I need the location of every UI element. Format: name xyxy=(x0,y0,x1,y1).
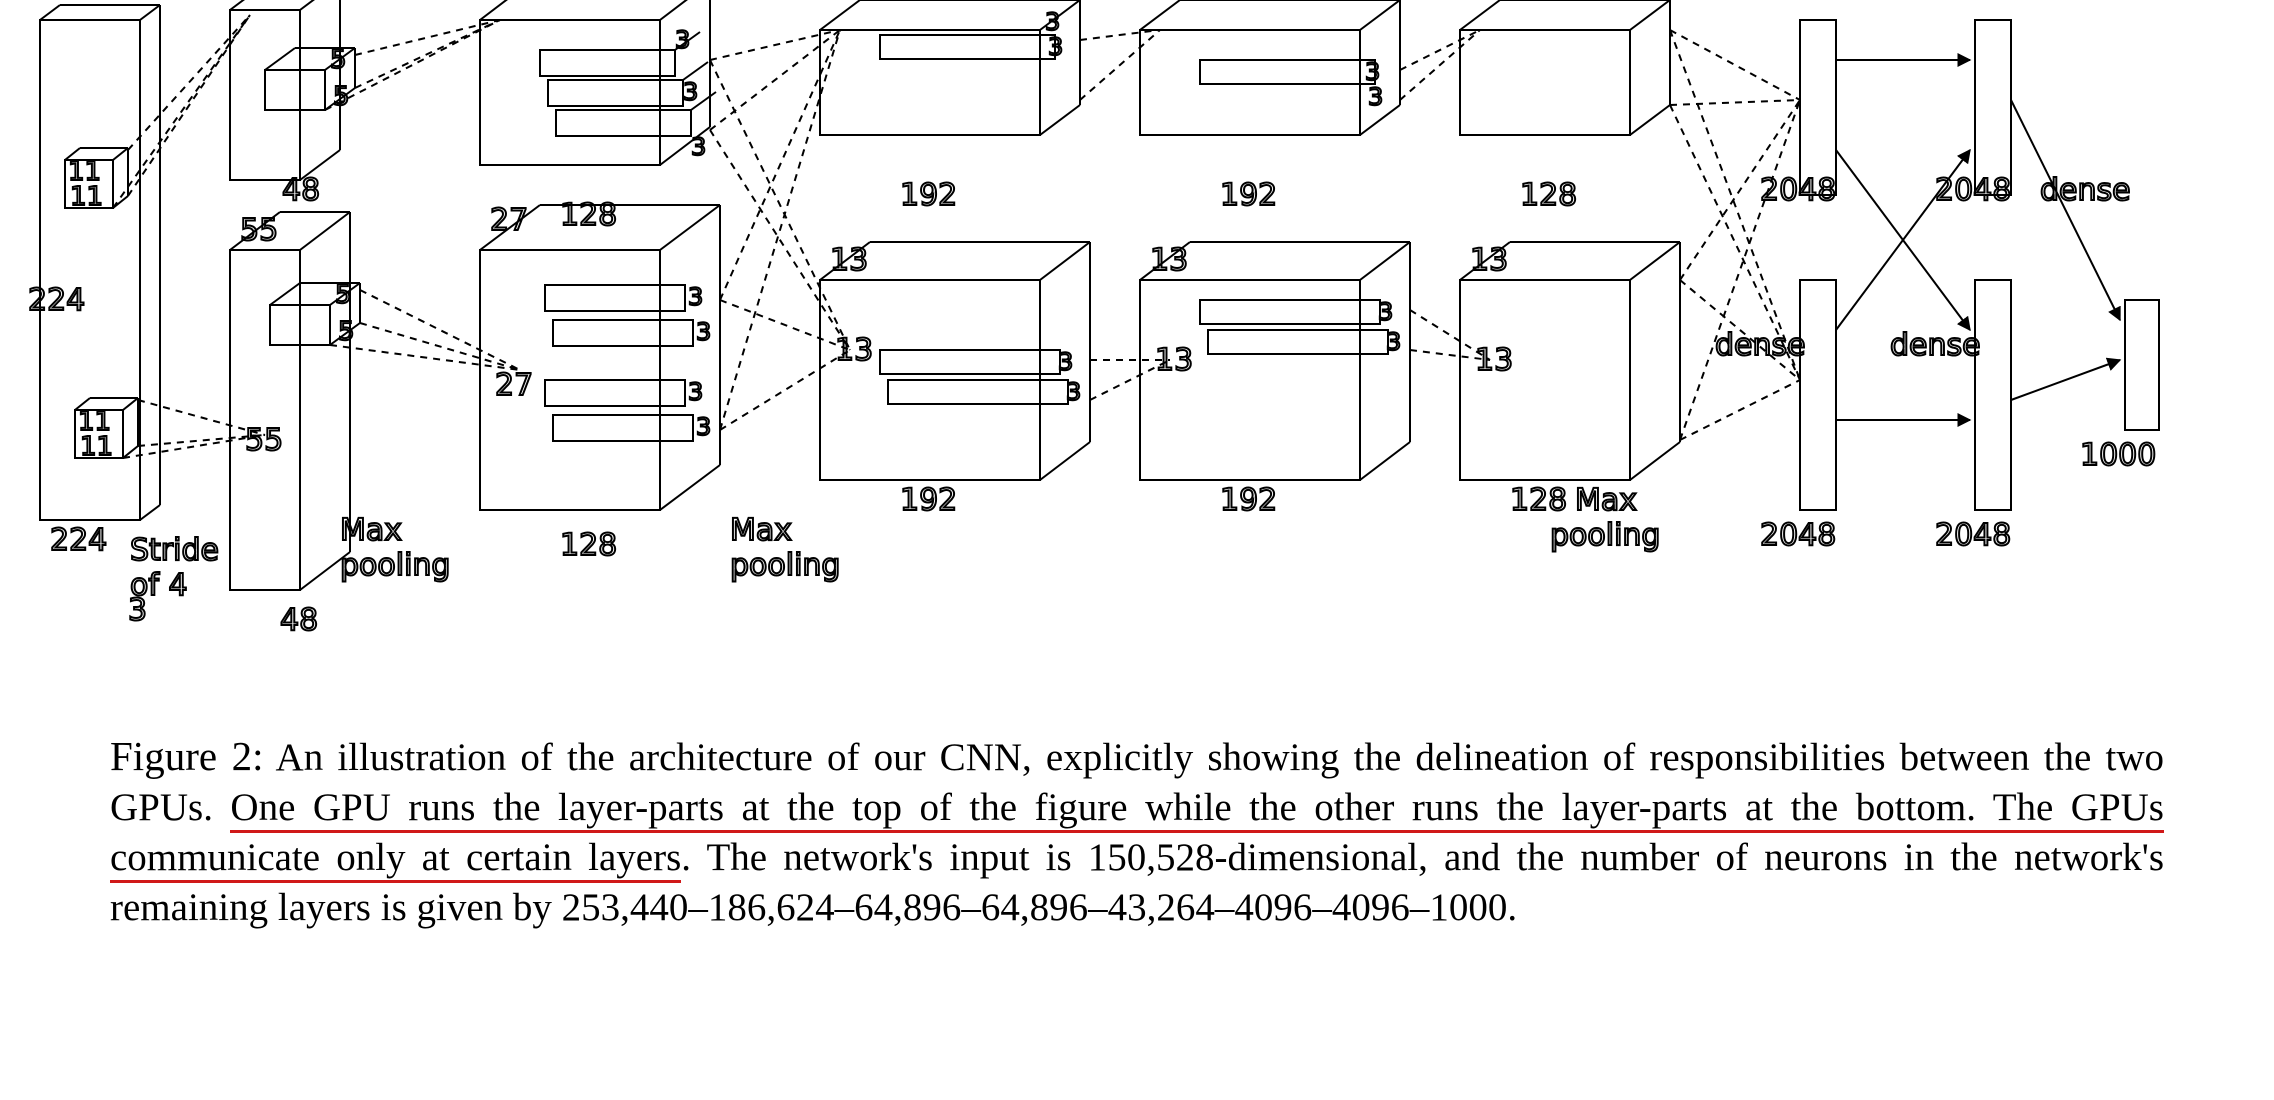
label-27a: 27 xyxy=(490,203,528,238)
label-maxpool1a: Max xyxy=(340,513,402,548)
label-2048d: 2048 xyxy=(1935,518,2011,553)
label-5c: 5 xyxy=(335,280,352,310)
label-13f: 13 xyxy=(1475,343,1513,378)
label-maxpool2a: Max xyxy=(730,513,792,548)
label-11b: 11 xyxy=(70,182,103,212)
label-11d: 11 xyxy=(80,432,113,462)
label-3g: 3 xyxy=(696,413,711,441)
l5-top-cube xyxy=(1460,0,1670,135)
label-13e: 13 xyxy=(1470,243,1508,278)
label-3k: 3 xyxy=(1066,378,1081,406)
label-192top2: 192 xyxy=(1220,178,1277,213)
label-192bot: 192 xyxy=(900,483,957,518)
label-3b: 3 xyxy=(683,78,698,106)
label-3f: 3 xyxy=(688,378,703,406)
label-dense3: dense xyxy=(2040,173,2131,208)
fc7-bottom xyxy=(1975,280,2011,510)
l3-kernel-top xyxy=(880,35,1055,59)
label-3n: 3 xyxy=(1378,298,1393,326)
label-1000: 1000 xyxy=(2080,438,2156,473)
label-dense2: dense xyxy=(1890,328,1981,363)
label-stride-of: of 4 xyxy=(130,568,188,603)
label-224b: 224 xyxy=(50,523,107,558)
label-55a: 55 xyxy=(240,213,278,248)
label-maxpool5b: pooling xyxy=(1550,518,1660,553)
label-128top2: 128 xyxy=(1520,178,1577,213)
l1-top-cube xyxy=(230,0,340,180)
label-128bot: 128 xyxy=(560,528,617,563)
label-224: 224 xyxy=(28,283,85,318)
label-2048c: 2048 xyxy=(1935,173,2011,208)
label-maxpool2b: pooling xyxy=(730,548,840,583)
architecture-diagram: 224 224 3 11 11 xyxy=(20,0,2254,685)
label-3j: 3 xyxy=(1058,348,1073,376)
l1-bottom-cube xyxy=(230,212,350,590)
label-3o: 3 xyxy=(1386,328,1401,356)
label-3l: 3 xyxy=(1365,58,1380,86)
label-128top: 128 xyxy=(560,198,617,233)
label-13b: 13 xyxy=(835,333,873,368)
output xyxy=(2125,300,2159,430)
label-5b: 5 xyxy=(333,82,350,112)
label-maxpool5a: Max xyxy=(1575,483,1637,518)
l3-top-cube xyxy=(820,0,1080,135)
label-2048b: 2048 xyxy=(1760,518,1836,553)
l4-kernel-top xyxy=(1200,60,1375,84)
label-192top: 192 xyxy=(900,178,957,213)
arrows-fc7-out xyxy=(2011,100,2120,400)
l2-top-cube xyxy=(480,0,710,165)
label-128bot2: 128 xyxy=(1510,483,1567,518)
label-3d: 3 xyxy=(688,283,703,311)
label-5a: 5 xyxy=(330,45,347,75)
label-dense1: dense xyxy=(1715,328,1806,363)
label-3a: 3 xyxy=(675,26,690,54)
fc7-top xyxy=(1975,20,2011,195)
label-3i: 3 xyxy=(1048,33,1063,61)
l2-kernel-stack-bottom xyxy=(545,285,693,441)
label-3e: 3 xyxy=(696,318,711,346)
label-3m: 3 xyxy=(1368,83,1383,111)
fc6-top xyxy=(1800,20,1836,195)
figure-caption: Figure 2: An illustration of the archite… xyxy=(110,730,2164,933)
label-27b: 27 xyxy=(495,368,533,403)
label-13c: 13 xyxy=(1150,243,1188,278)
label-13a: 13 xyxy=(830,243,868,278)
rays-l2-l3-cross xyxy=(710,30,850,430)
rays-l5-fc6 xyxy=(1670,30,1800,440)
l4-top-cube xyxy=(1140,0,1400,135)
label-192bot2: 192 xyxy=(1220,483,1277,518)
label-48bot: 48 xyxy=(280,603,318,638)
label-55b: 55 xyxy=(245,423,283,458)
label-48top: 48 xyxy=(282,173,320,208)
label-5d: 5 xyxy=(338,317,355,347)
label-stride: Stride xyxy=(130,533,219,568)
arrows-fc6-fc7 xyxy=(1836,60,1970,420)
fc6-bottom xyxy=(1800,280,1836,510)
label-maxpool1b: pooling xyxy=(340,548,450,583)
l2-bottom-cube xyxy=(480,205,720,510)
rays-l4-l5 xyxy=(1400,30,1490,360)
figure-label: Figure 2: xyxy=(110,733,264,779)
label-13d: 13 xyxy=(1155,343,1193,378)
label-2048a: 2048 xyxy=(1760,173,1836,208)
label-3h: 3 xyxy=(1045,8,1060,36)
label-3c: 3 xyxy=(691,133,706,161)
